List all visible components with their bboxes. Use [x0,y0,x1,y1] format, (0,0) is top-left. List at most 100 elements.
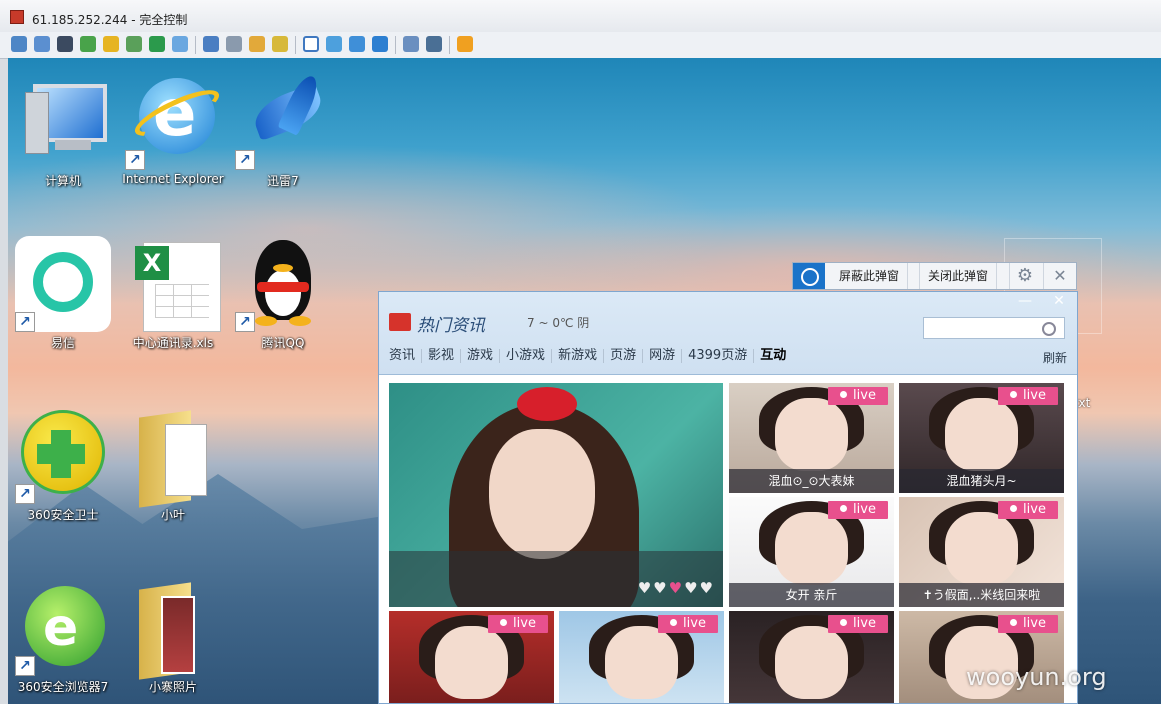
search-icon[interactable] [1042,322,1056,336]
message-icon[interactable] [172,36,188,52]
stream-tile[interactable]: live 混血⊙_⊙大表妹 [729,383,894,493]
stream-tile[interactable]: live [559,611,724,703]
hot-news-popup: — ✕ 热门资讯 7 ~ 0℃ 阴 资讯 影视 游戏 小游戏 新游戏 页游 网游 4399页游… [378,291,1078,704]
stream-caption: ✝う假面,..米线回来啦 [899,583,1064,607]
live-badge: live [828,387,888,405]
stream-caption: 混血猪头月~ [899,469,1064,493]
tab-interactive[interactable]: 互动 [754,349,792,363]
desktop-icon-ie[interactable]: e ↗ Internet Explorer [118,74,228,186]
tab-games[interactable]: 游戏 [461,349,501,363]
featured-stream-tile[interactable]: ♥♥♥♥♥ [389,383,723,607]
close-icon[interactable]: ✕ [1045,292,1073,312]
terminal-icon[interactable] [57,36,73,52]
live-badge: live [828,615,888,633]
tab-web-games[interactable]: 页游 [604,349,644,363]
live-badge: live [998,387,1058,405]
chat-icon[interactable] [126,36,142,52]
shortcut-arrow-icon: ↗ [15,312,35,332]
window-titlebar: 61.185.252.244 - 完全控制 [0,0,1161,33]
news-header: — ✕ 热门资讯 7 ~ 0℃ 阴 资讯 影视 游戏 小游戏 新游戏 页游 网游 4399页游… [379,292,1077,375]
shortcut-arrow-icon: ↗ [235,312,255,332]
news-title: 热门资讯 [417,316,485,336]
key-icon[interactable] [272,36,288,52]
folder-icon [125,408,221,508]
desktop-icon-label: 360安全卫士 [27,508,99,522]
transfer-icon[interactable] [80,36,96,52]
live-badge: live [658,615,718,633]
stream-caption: 混血⊙_⊙大表妹 [729,469,894,493]
shortcut-arrow-icon: ↗ [235,150,255,170]
news-search-input[interactable] [923,317,1065,339]
desktop-icon-label: 中心通讯录.xls [132,336,214,350]
desktop-icon-label: 计算机 [44,174,81,188]
close-icon[interactable]: ✕ [1043,263,1076,289]
desktop-icon-yixin[interactable]: ↗ 易信 [8,236,118,351]
tab-new-games[interactable]: 新游戏 [552,349,605,363]
tab-news[interactable]: 资讯 [389,349,423,363]
desktop-icon-360safe[interactable]: ↗ 360安全卫士 [8,408,118,523]
tab-online-games[interactable]: 网游 [643,349,683,363]
fullscreen-icon[interactable] [303,36,319,52]
live-badge: live [998,501,1058,519]
stream-tile[interactable]: live 女开 亲斤 [729,497,894,607]
refresh-link[interactable]: 刷新 [1043,349,1067,366]
tools-icon[interactable] [426,36,442,52]
desktop-icon-excel[interactable]: X 中心通讯录.xls [118,236,228,351]
desktop-icon-computer[interactable]: 计算机 [8,74,118,189]
block-popup-button[interactable]: 屏蔽此弹窗 [831,263,909,289]
block-popup-icon[interactable] [793,263,825,289]
stream-tile[interactable]: live [389,611,554,703]
desktop-icon-folder-xiaoye[interactable]: 小叶 [118,408,228,523]
phone-icon[interactable] [149,36,165,52]
stream-tile[interactable]: live ✝う假面,..米线回来啦 [899,497,1064,607]
fit-window-icon[interactable] [326,36,342,52]
close-popup-button[interactable]: 关闭此弹窗 [919,263,998,289]
thunder-bird-icon: ↗ [235,72,331,170]
desktop-icon-label: 易信 [50,336,75,350]
ie-icon: e ↗ [125,74,225,170]
lock-icon[interactable] [249,36,265,52]
desktop-icon-folder-photos[interactable]: 小寨照片 [118,580,228,695]
shortcut-arrow-icon: ↗ [15,484,35,504]
zoom-icon[interactable] [372,36,388,52]
desktop-icon-label: 腾讯QQ [261,336,305,350]
gear-icon[interactable]: ⚙ [1009,263,1040,289]
desktop-icon-360browser[interactable]: e ↗ 360安全浏览器7 [8,580,118,695]
desktop-icon-label: Internet Explorer [122,172,224,186]
tab-mini-games[interactable]: 小游戏 [500,349,553,363]
power-icon[interactable] [103,36,119,52]
news-logo-icon [389,313,411,331]
stream-tile[interactable]: live 混血猪头月~ [899,383,1064,493]
stream-caption: 女开 亲斤 [729,583,894,607]
excel-icon: X [125,236,221,332]
360-browser-icon: e ↗ [15,580,111,676]
window-icon[interactable] [403,36,419,52]
news-tabs: 资讯 影视 游戏 小游戏 新游戏 页游 网游 4399页游 互动 [389,348,792,363]
yixin-icon: ↗ [15,236,111,332]
screen-icon[interactable] [11,36,27,52]
live-badge: live [488,615,548,633]
rating-hearts: ♥♥♥♥♥ [637,579,715,597]
desktop-icon-qq[interactable]: ↗ 腾讯QQ [228,236,338,351]
desktop-icon-label: 小叶 [160,508,185,522]
monitor-icon[interactable] [34,36,50,52]
desktop-icon-label: 小寨照片 [148,680,197,694]
qq-penguin-icon: ↗ [235,236,331,332]
network-icon[interactable] [226,36,242,52]
stream-tile[interactable]: live [729,611,894,703]
tab-4399[interactable]: 4399页游 [682,349,755,363]
remote-toolbar [0,32,1161,59]
shortcut-arrow-icon: ↗ [125,150,145,170]
upload-icon[interactable] [203,36,219,52]
360-safe-icon: ↗ [15,408,111,504]
minimize-icon[interactable]: — [1011,292,1039,312]
window-title: 61.185.252.244 - 完全控制 [32,13,188,27]
popup-blocker-bar: 屏蔽此弹窗 关闭此弹窗 ⚙ ✕ [792,262,1077,290]
remote-control-app-icon [10,10,24,24]
close-session-icon[interactable] [457,36,473,52]
desktop-icon-thunder[interactable]: ↗ 迅雷7 [228,72,338,189]
live-badge: live [998,615,1058,633]
desktop-icon-label: 360安全浏览器7 [17,680,109,694]
color-mode-icon[interactable] [349,36,365,52]
tab-video[interactable]: 影视 [422,349,462,363]
